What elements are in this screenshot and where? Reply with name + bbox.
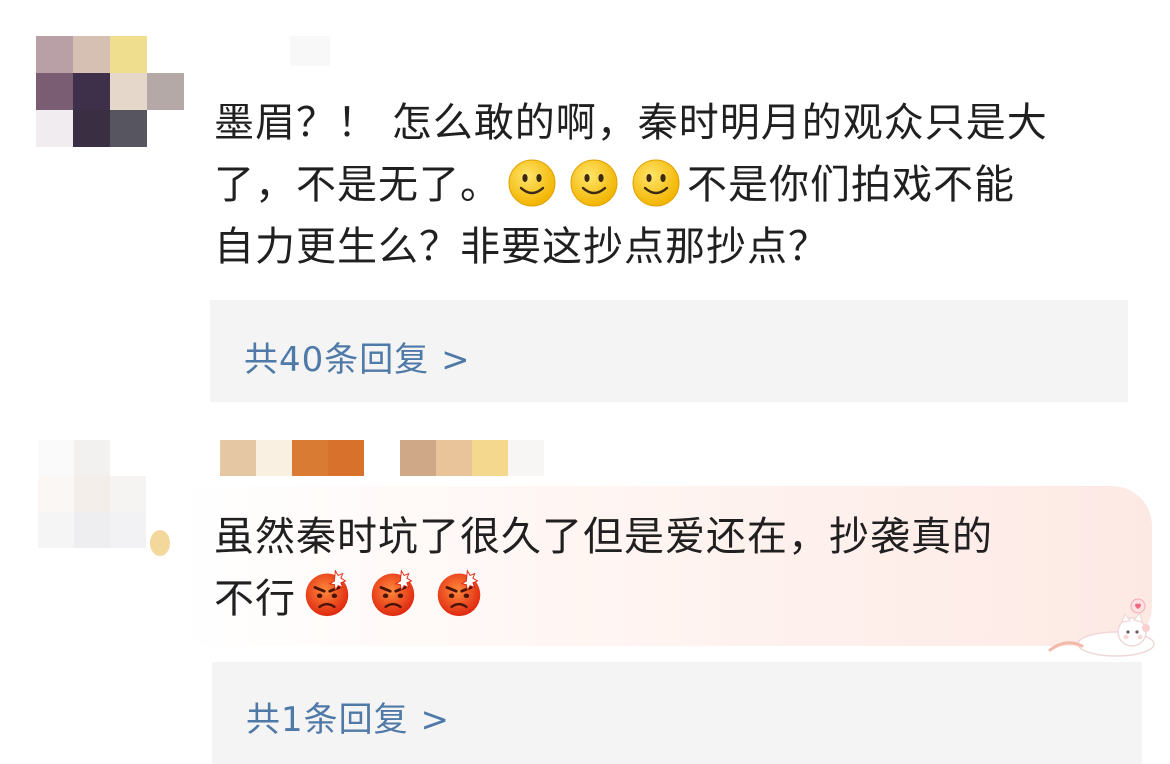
smile-emoji-icon	[569, 158, 619, 208]
view-replies-link[interactable]: 共40条回复 >	[244, 332, 471, 381]
replies-box[interactable]: 共1条回复 >	[212, 662, 1142, 764]
comment-line: 不行	[214, 568, 993, 630]
cat-sticker-icon	[1046, 598, 1158, 658]
angry-emoji-icon	[368, 568, 422, 622]
username-pixelated[interactable]	[290, 36, 330, 66]
comment-line: 虽然秦时坑了很久了但是爱还在，抄袭真的	[214, 514, 993, 560]
comment-line: 墨眉？！ 怎么敢的啊，秦时明月的观众只是大	[214, 100, 1048, 146]
comment-line-text: 不是你们拍戏不能	[687, 162, 1015, 208]
comment-line: 了，不是无了。 不是你们拍戏不能	[214, 154, 1048, 216]
smile-emoji-icon	[507, 158, 557, 208]
view-replies-link[interactable]: 共1条回复 >	[246, 692, 450, 741]
comment-line-text: 不行	[214, 576, 296, 622]
angry-emoji-icon	[434, 568, 488, 622]
angry-emoji-icon	[302, 568, 356, 622]
smile-emoji-icon	[631, 158, 681, 208]
replies-box[interactable]: 共40条回复 >	[210, 300, 1128, 402]
comment-text: 墨眉？！ 怎么敢的啊，秦时明月的观众只是大 了，不是无了。 不是你们拍戏不能 自…	[214, 92, 1048, 278]
avatar-pixelated[interactable]	[38, 440, 148, 550]
comment-line-text: 了，不是无了。	[214, 162, 501, 208]
avatar-pixelated[interactable]	[36, 36, 184, 148]
username-pixelated[interactable]	[220, 440, 546, 476]
comment-line: 自力更生么？非要这抄点那抄点？	[214, 224, 829, 270]
avatar-badge	[150, 530, 170, 556]
comment-text: 虽然秦时坑了很久了但是爱还在，抄袭真的 不行	[214, 506, 993, 630]
